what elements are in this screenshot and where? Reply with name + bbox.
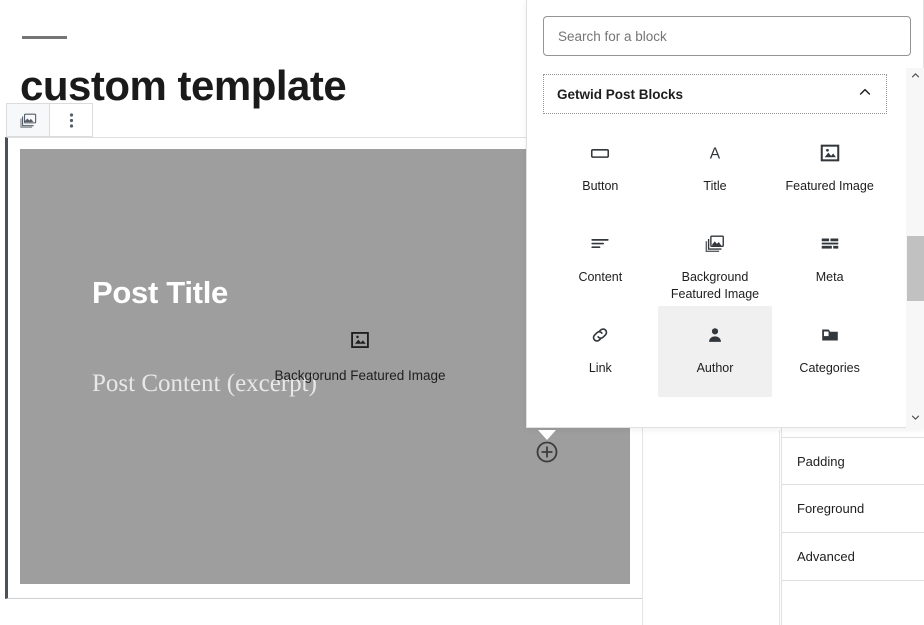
button-icon bbox=[589, 140, 611, 166]
popover-arrow bbox=[538, 427, 556, 440]
scrollbar-thumb[interactable] bbox=[907, 236, 924, 301]
more-options-button[interactable] bbox=[50, 104, 92, 136]
block-type-button[interactable] bbox=[7, 104, 49, 136]
block-item-content[interactable]: Content bbox=[543, 215, 658, 306]
block-toolbar bbox=[6, 103, 93, 137]
block-item-background-featured-image[interactable]: Background Featured Image bbox=[658, 215, 773, 306]
ellipsis-vertical-icon bbox=[69, 111, 74, 130]
chevron-up-icon bbox=[910, 68, 921, 86]
sidebar-item-label: Foreground bbox=[797, 501, 865, 516]
block-item-label: Background Featured Image bbox=[670, 270, 760, 301]
app-root: custom template Post Title Post Content … bbox=[0, 0, 924, 625]
scrollbar-down-button[interactable] bbox=[906, 410, 924, 428]
block-item-featured-image[interactable]: Featured Image bbox=[772, 124, 887, 215]
sidebar-left-hairline bbox=[779, 430, 780, 625]
person-icon bbox=[704, 322, 726, 348]
folder-icon bbox=[819, 322, 841, 348]
featured-image-icon bbox=[819, 140, 841, 166]
stacked-images-icon bbox=[704, 231, 726, 257]
block-item-label: Featured Image bbox=[785, 179, 874, 193]
svg-text:A: A bbox=[710, 146, 721, 163]
block-item-label: Categories bbox=[799, 361, 860, 375]
block-item-title[interactable]: A Title bbox=[658, 124, 773, 215]
block-item-meta[interactable]: Meta bbox=[772, 215, 887, 306]
block-item-label: Button bbox=[582, 179, 619, 193]
block-inserter-popover: Getwid Post Blocks Button A bbox=[526, 0, 924, 428]
sidebar-item-label: Padding bbox=[797, 453, 845, 469]
sidebar-item-foreground[interactable]: Foreground bbox=[782, 485, 924, 533]
post-title-preview: Post Title bbox=[92, 275, 228, 310]
stacked-images-icon bbox=[19, 111, 38, 130]
inserter-scrollbar[interactable] bbox=[906, 68, 924, 428]
block-item-label: Content bbox=[578, 270, 623, 284]
block-grid: Button A Title Featured Image Content Ba… bbox=[543, 124, 887, 397]
sidebar-item-padding[interactable]: Padding bbox=[782, 437, 924, 485]
block-category-title: Getwid Post Blocks bbox=[557, 86, 684, 102]
drop-cursor bbox=[535, 440, 559, 464]
scrollbar-up-button[interactable] bbox=[906, 68, 924, 86]
block-item-label: Meta bbox=[815, 270, 844, 284]
block-item-label: Link bbox=[588, 361, 612, 375]
block-item-author[interactable]: Author bbox=[657, 306, 773, 397]
block-item-label: Title bbox=[703, 179, 727, 193]
sidebar-item-advanced[interactable]: Advanced bbox=[782, 533, 924, 581]
letter-a-icon: A bbox=[704, 140, 726, 166]
block-item-link[interactable]: Link bbox=[543, 306, 658, 397]
block-item-button[interactable]: Button bbox=[543, 124, 658, 215]
meta-bars-icon bbox=[819, 231, 841, 257]
chain-link-icon bbox=[589, 322, 611, 348]
text-lines-icon bbox=[589, 231, 611, 257]
search-row bbox=[527, 0, 923, 56]
block-item-label: Author bbox=[696, 361, 734, 375]
settings-sidebar-rows: Padding Foreground Advanced bbox=[782, 437, 924, 581]
sidebar-item-label: Advanced bbox=[797, 549, 855, 564]
post-content-preview: Post Content (excerpt) bbox=[92, 370, 317, 397]
canvas-right-hairline bbox=[642, 430, 643, 625]
block-category-header-getwid-post-blocks[interactable]: Getwid Post Blocks bbox=[543, 74, 887, 114]
chevron-up-icon bbox=[857, 84, 873, 105]
circle-plus-icon bbox=[535, 441, 559, 468]
chevron-down-icon bbox=[910, 410, 921, 428]
block-item-categories[interactable]: Categories bbox=[772, 306, 887, 397]
template-eyebrow-rule bbox=[22, 36, 67, 39]
search-input[interactable] bbox=[543, 16, 911, 56]
